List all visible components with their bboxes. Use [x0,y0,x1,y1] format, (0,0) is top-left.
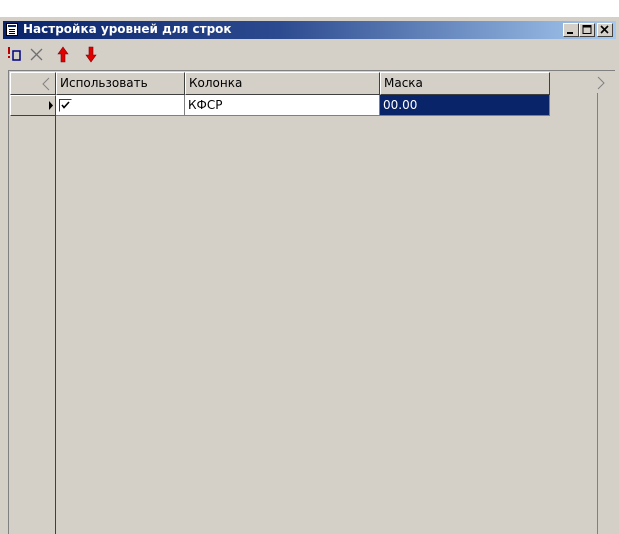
column-header-mask[interactable]: Маска [380,72,550,95]
close-button[interactable] [597,23,613,37]
cell-mask[interactable]: 00.00 [380,95,550,116]
arrow-down-icon [85,46,97,63]
current-row-arrow-icon [49,101,53,110]
delete-x-icon [30,48,43,61]
add-row-icon [8,47,21,61]
minimize-button[interactable] [563,23,579,37]
right-border [597,93,598,534]
delete-level-button[interactable] [27,43,47,65]
row-indicator[interactable] [10,95,56,116]
indicator-column-border [55,116,56,534]
use-checkbox[interactable] [59,99,72,112]
title-bar[interactable]: Настройка уровней для строк [3,21,616,39]
maximize-button[interactable] [579,23,595,37]
column-header-column[interactable]: Колонка [185,72,380,95]
window-title: Настройка уровней для строк [23,22,232,36]
window-list-icon [6,23,18,36]
cell-use[interactable] [56,95,185,116]
indicator-header [10,72,56,95]
toolbar [3,41,616,67]
checkmark-icon [61,101,70,109]
close-icon [600,25,609,34]
move-up-button[interactable] [54,43,74,65]
scroll-right-icon[interactable] [594,73,614,93]
scroll-left-icon[interactable] [11,73,55,93]
maximize-icon [582,25,592,34]
add-level-button[interactable] [6,43,26,65]
minimize-icon [567,32,573,34]
cell-column[interactable]: КФСР [185,95,380,116]
column-header-use[interactable]: Использовать [56,72,185,95]
move-down-button[interactable] [82,43,102,65]
levels-grid[interactable]: Использовать Колонка Маска КФСР 00.00 [8,70,615,534]
arrow-up-icon [57,46,69,63]
